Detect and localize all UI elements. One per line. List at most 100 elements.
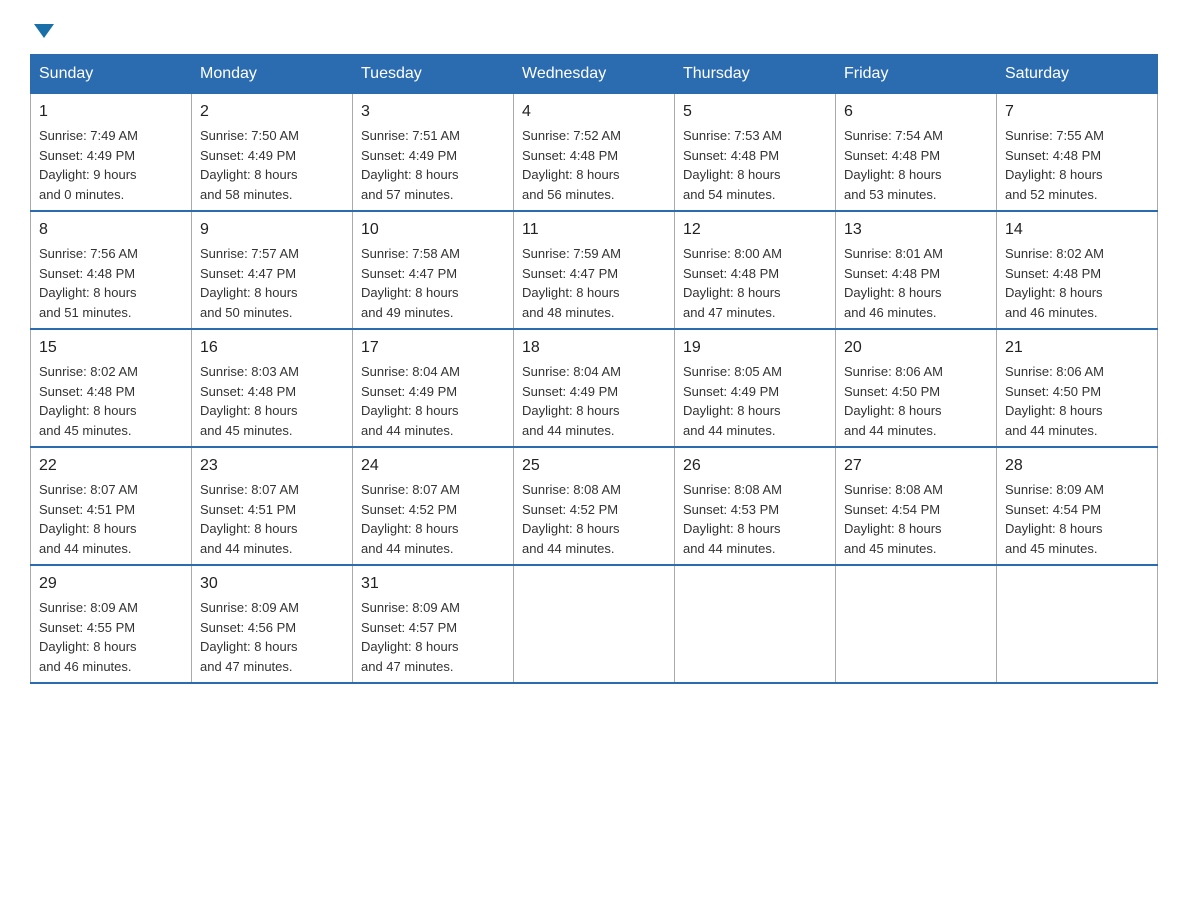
page-header [30,20,1158,34]
day-daylight: Daylight: 8 hours [1005,167,1103,182]
day-daylight: Daylight: 8 hours [844,285,942,300]
day-daylight-cont: and 47 minutes. [200,659,293,674]
day-sunrise: Sunrise: 8:02 AM [1005,246,1104,261]
logo [30,20,54,34]
day-daylight: Daylight: 8 hours [683,285,781,300]
day-sunrise: Sunrise: 7:57 AM [200,246,299,261]
week-row-3: 15 Sunrise: 8:02 AM Sunset: 4:48 PM Dayl… [31,329,1158,447]
day-daylight-cont: and 45 minutes. [844,541,937,556]
col-header-saturday: Saturday [997,55,1158,94]
day-daylight-cont: and 45 minutes. [200,423,293,438]
day-number: 16 [200,336,344,360]
day-sunset: Sunset: 4:50 PM [1005,384,1101,399]
day-sunrise: Sunrise: 7:53 AM [683,128,782,143]
day-number: 31 [361,572,505,596]
day-sunset: Sunset: 4:51 PM [200,502,296,517]
day-sunrise: Sunrise: 8:08 AM [522,482,621,497]
day-daylight-cont: and 44 minutes. [39,541,132,556]
day-daylight: Daylight: 8 hours [200,403,298,418]
day-daylight-cont: and 44 minutes. [522,541,615,556]
day-daylight: Daylight: 8 hours [39,403,137,418]
day-cell: 2 Sunrise: 7:50 AM Sunset: 4:49 PM Dayli… [192,94,353,212]
logo-arrow-icon [34,24,54,38]
day-number: 10 [361,218,505,242]
col-header-monday: Monday [192,55,353,94]
day-cell: 28 Sunrise: 8:09 AM Sunset: 4:54 PM Dayl… [997,447,1158,565]
day-sunrise: Sunrise: 7:58 AM [361,246,460,261]
day-cell: 6 Sunrise: 7:54 AM Sunset: 4:48 PM Dayli… [836,94,997,212]
col-header-sunday: Sunday [31,55,192,94]
day-number: 21 [1005,336,1149,360]
day-sunrise: Sunrise: 8:05 AM [683,364,782,379]
day-sunset: Sunset: 4:48 PM [39,384,135,399]
day-cell: 4 Sunrise: 7:52 AM Sunset: 4:48 PM Dayli… [514,94,675,212]
day-cell: 21 Sunrise: 8:06 AM Sunset: 4:50 PM Dayl… [997,329,1158,447]
day-number: 4 [522,100,666,124]
day-sunset: Sunset: 4:48 PM [39,266,135,281]
day-sunrise: Sunrise: 7:50 AM [200,128,299,143]
day-daylight-cont: and 49 minutes. [361,305,454,320]
day-cell: 20 Sunrise: 8:06 AM Sunset: 4:50 PM Dayl… [836,329,997,447]
day-daylight-cont: and 45 minutes. [39,423,132,438]
day-daylight-cont: and 46 minutes. [1005,305,1098,320]
day-daylight-cont: and 53 minutes. [844,187,937,202]
calendar-table: SundayMondayTuesdayWednesdayThursdayFrid… [30,54,1158,684]
day-sunrise: Sunrise: 7:56 AM [39,246,138,261]
day-sunset: Sunset: 4:48 PM [1005,148,1101,163]
day-sunset: Sunset: 4:55 PM [39,620,135,635]
day-daylight-cont: and 52 minutes. [1005,187,1098,202]
day-sunset: Sunset: 4:49 PM [522,384,618,399]
day-cell: 26 Sunrise: 8:08 AM Sunset: 4:53 PM Dayl… [675,447,836,565]
day-daylight: Daylight: 8 hours [39,285,137,300]
day-number: 20 [844,336,988,360]
day-cell: 10 Sunrise: 7:58 AM Sunset: 4:47 PM Dayl… [353,211,514,329]
day-sunrise: Sunrise: 8:07 AM [39,482,138,497]
day-sunset: Sunset: 4:48 PM [1005,266,1101,281]
day-sunset: Sunset: 4:52 PM [361,502,457,517]
day-cell: 8 Sunrise: 7:56 AM Sunset: 4:48 PM Dayli… [31,211,192,329]
day-cell: 17 Sunrise: 8:04 AM Sunset: 4:49 PM Dayl… [353,329,514,447]
day-sunset: Sunset: 4:54 PM [1005,502,1101,517]
day-daylight: Daylight: 8 hours [200,521,298,536]
day-sunset: Sunset: 4:57 PM [361,620,457,635]
day-sunrise: Sunrise: 8:07 AM [361,482,460,497]
day-sunset: Sunset: 4:47 PM [361,266,457,281]
day-cell: 5 Sunrise: 7:53 AM Sunset: 4:48 PM Dayli… [675,94,836,212]
day-number: 17 [361,336,505,360]
day-sunrise: Sunrise: 8:08 AM [844,482,943,497]
day-sunset: Sunset: 4:47 PM [522,266,618,281]
day-daylight: Daylight: 8 hours [844,403,942,418]
week-row-5: 29 Sunrise: 8:09 AM Sunset: 4:55 PM Dayl… [31,565,1158,683]
day-cell: 18 Sunrise: 8:04 AM Sunset: 4:49 PM Dayl… [514,329,675,447]
day-daylight-cont: and 44 minutes. [361,541,454,556]
day-sunrise: Sunrise: 7:55 AM [1005,128,1104,143]
day-cell: 12 Sunrise: 8:00 AM Sunset: 4:48 PM Dayl… [675,211,836,329]
week-row-4: 22 Sunrise: 8:07 AM Sunset: 4:51 PM Dayl… [31,447,1158,565]
day-daylight: Daylight: 8 hours [683,521,781,536]
day-sunrise: Sunrise: 8:09 AM [200,600,299,615]
day-daylight: Daylight: 8 hours [361,521,459,536]
day-number: 26 [683,454,827,478]
day-cell: 14 Sunrise: 8:02 AM Sunset: 4:48 PM Dayl… [997,211,1158,329]
day-daylight-cont: and 44 minutes. [200,541,293,556]
day-sunrise: Sunrise: 8:08 AM [683,482,782,497]
day-cell: 7 Sunrise: 7:55 AM Sunset: 4:48 PM Dayli… [997,94,1158,212]
calendar-header-row: SundayMondayTuesdayWednesdayThursdayFrid… [31,55,1158,94]
day-daylight-cont: and 47 minutes. [361,659,454,674]
day-daylight-cont: and 44 minutes. [683,541,776,556]
day-cell: 31 Sunrise: 8:09 AM Sunset: 4:57 PM Dayl… [353,565,514,683]
day-sunset: Sunset: 4:48 PM [844,148,940,163]
day-daylight-cont: and 44 minutes. [844,423,937,438]
day-daylight: Daylight: 8 hours [361,403,459,418]
day-sunset: Sunset: 4:51 PM [39,502,135,517]
day-number: 30 [200,572,344,596]
col-header-tuesday: Tuesday [353,55,514,94]
day-sunset: Sunset: 4:49 PM [200,148,296,163]
day-cell: 11 Sunrise: 7:59 AM Sunset: 4:47 PM Dayl… [514,211,675,329]
day-daylight-cont: and 45 minutes. [1005,541,1098,556]
day-daylight: Daylight: 8 hours [200,167,298,182]
day-number: 11 [522,218,666,242]
day-daylight: Daylight: 8 hours [522,521,620,536]
day-sunset: Sunset: 4:48 PM [683,148,779,163]
day-sunrise: Sunrise: 8:03 AM [200,364,299,379]
